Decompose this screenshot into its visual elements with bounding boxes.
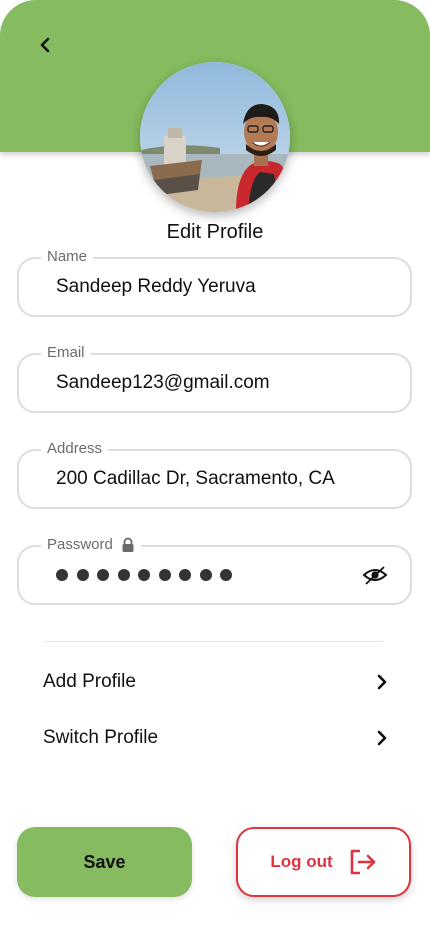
add-profile-label: Add Profile [43, 671, 136, 692]
chevron-left-icon [40, 37, 50, 53]
password-field[interactable]: Password [17, 534, 412, 605]
edit-profile-screen: Edit Profile Name Sandeep Reddy Yeruva E… [0, 0, 430, 932]
page-title: Edit Profile [166, 221, 264, 243]
divider [45, 641, 383, 642]
chevron-right-icon [377, 674, 387, 690]
profile-photo [140, 62, 290, 212]
logout-button-label: Log out [270, 852, 333, 871]
add-profile-item[interactable]: Add Profile [43, 666, 388, 698]
save-button[interactable]: Save [17, 827, 192, 897]
toggle-password-visibility-button[interactable] [362, 562, 388, 588]
password-mask-dot [56, 569, 68, 581]
chevron-right-icon [377, 730, 387, 746]
password-mask-dot [220, 569, 232, 581]
address-field[interactable]: Address 200 Cadillac Dr, Sacramento, CA [17, 438, 412, 509]
email-input[interactable]: Sandeep123@gmail.com [56, 355, 270, 411]
password-mask-dot [97, 569, 109, 581]
email-field[interactable]: Email Sandeep123@gmail.com [17, 342, 412, 413]
avatar[interactable] [140, 62, 290, 212]
back-button[interactable] [32, 30, 60, 60]
name-input[interactable]: Sandeep Reddy Yeruva [56, 259, 256, 315]
name-field[interactable]: Name Sandeep Reddy Yeruva [17, 246, 412, 317]
password-mask-dot [158, 569, 171, 581]
eye-slash-icon [362, 566, 388, 585]
switch-profile-item[interactable]: Switch Profile [43, 722, 388, 754]
logout-icon [350, 849, 375, 875]
password-mask-dot [76, 569, 89, 581]
save-button-label: Save [83, 851, 126, 872]
password-mask-dot [199, 569, 212, 581]
logout-button[interactable]: Log out [236, 827, 411, 897]
password-mask-dot [117, 569, 130, 581]
switch-profile-label: Switch Profile [43, 727, 159, 748]
password-mask-dot [179, 569, 191, 581]
address-input[interactable]: 200 Cadillac Dr, Sacramento, CA [56, 451, 335, 507]
password-mask-dot [138, 569, 150, 581]
password-input[interactable] [56, 547, 232, 603]
